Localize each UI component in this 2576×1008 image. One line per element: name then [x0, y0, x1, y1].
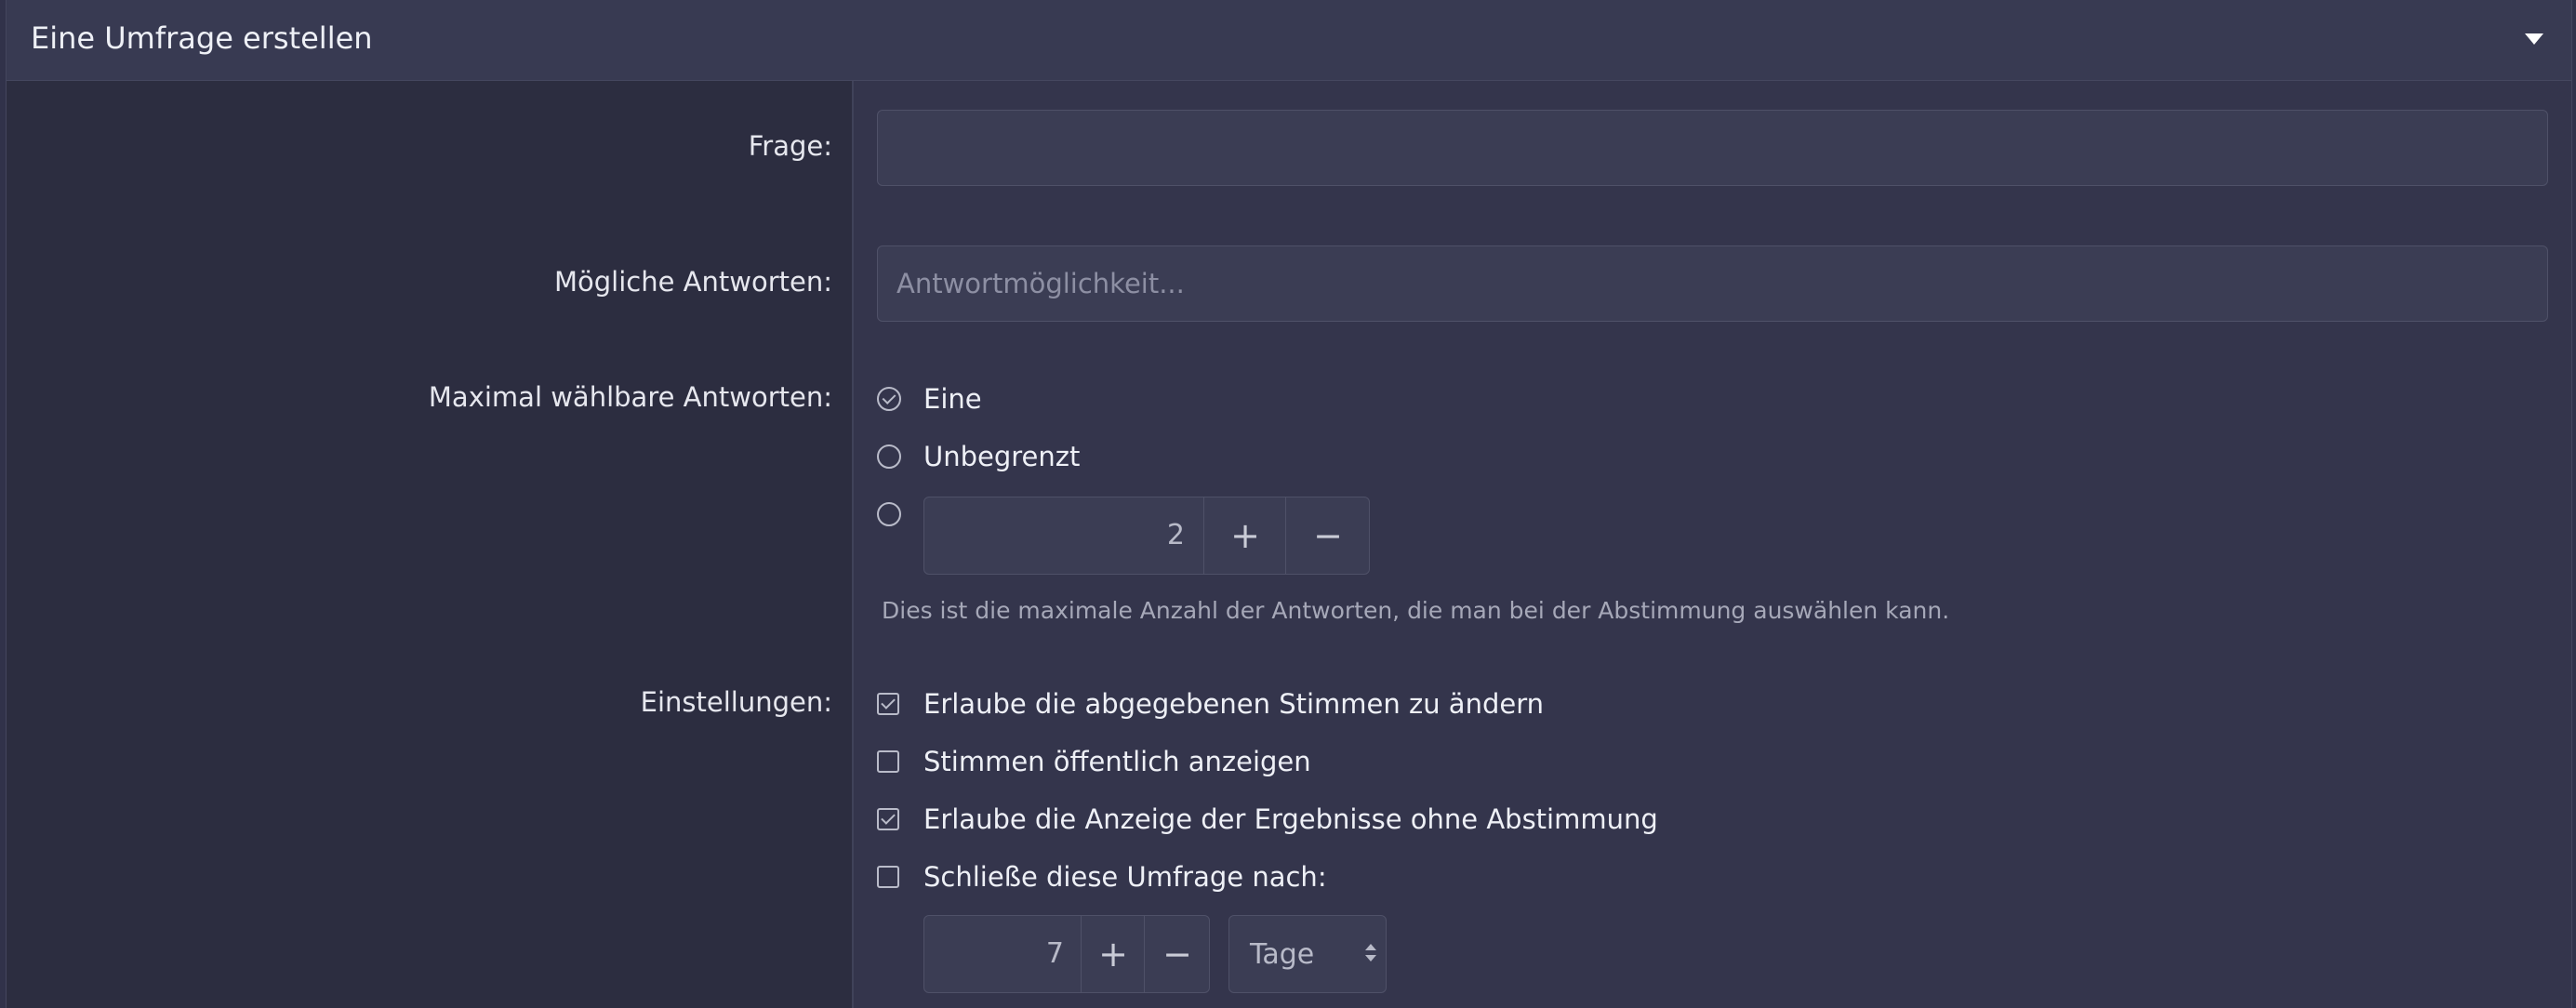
checkbox-icon-checked[interactable] — [877, 693, 899, 715]
increment-button[interactable]: + — [1081, 916, 1145, 992]
setting-label: Erlaube die Anzeige der Ergebnisse ohne … — [923, 803, 1658, 835]
max-answers-stepper[interactable]: 2 + − — [923, 497, 1370, 575]
max-answers-label: Maximal wählbare Antworten: — [428, 381, 832, 413]
setting-label: Schließe diese Umfrage nach: — [923, 861, 1327, 893]
radio-icon[interactable] — [877, 444, 901, 469]
max-answers-hint: Dies ist die maximale Anzahl der Antwort… — [882, 597, 1950, 624]
max-option-unlimited-label: Unbegrenzt — [923, 441, 1081, 472]
question-label: Frage: — [748, 130, 832, 162]
poll-panel: Eine Umfrage erstellen Frage: Mögliche A… — [6, 0, 2572, 1008]
max-option-one-label: Eine — [923, 383, 982, 415]
setting-label: Stimmen öffentlich anzeigen — [923, 746, 1311, 777]
answer-option-input[interactable] — [877, 245, 2548, 322]
label-column — [7, 81, 854, 1008]
collapse-toggle-icon[interactable] — [2525, 33, 2543, 45]
setting-label: Erlaube die abgegebenen Stimmen zu änder… — [923, 688, 1544, 720]
settings-label: Einstellungen: — [640, 686, 832, 718]
max-answers-value[interactable]: 2 — [924, 497, 1185, 574]
panel-title: Eine Umfrage erstellen — [31, 20, 373, 56]
checkbox-icon[interactable] — [877, 866, 899, 888]
checkbox-icon-checked[interactable] — [877, 808, 899, 830]
close-after-stepper[interactable]: 7 + − — [923, 915, 1210, 993]
increment-button[interactable]: + — [1203, 497, 1286, 574]
question-input[interactable] — [877, 110, 2548, 186]
select-arrows-icon — [1365, 944, 1376, 966]
close-after-unit-value: Tage — [1250, 938, 1315, 971]
close-after-value[interactable]: 7 — [924, 916, 1064, 992]
answers-label: Mögliche Antworten: — [553, 266, 832, 298]
radio-icon-checked[interactable] — [877, 387, 901, 411]
decrement-button[interactable]: − — [1285, 497, 1370, 574]
checkbox-icon[interactable] — [877, 750, 899, 773]
radio-icon[interactable] — [877, 502, 901, 526]
close-after-unit-select[interactable]: Tage — [1228, 915, 1387, 993]
panel-header[interactable]: Eine Umfrage erstellen — [7, 0, 2571, 81]
decrement-button[interactable]: − — [1144, 916, 1210, 992]
